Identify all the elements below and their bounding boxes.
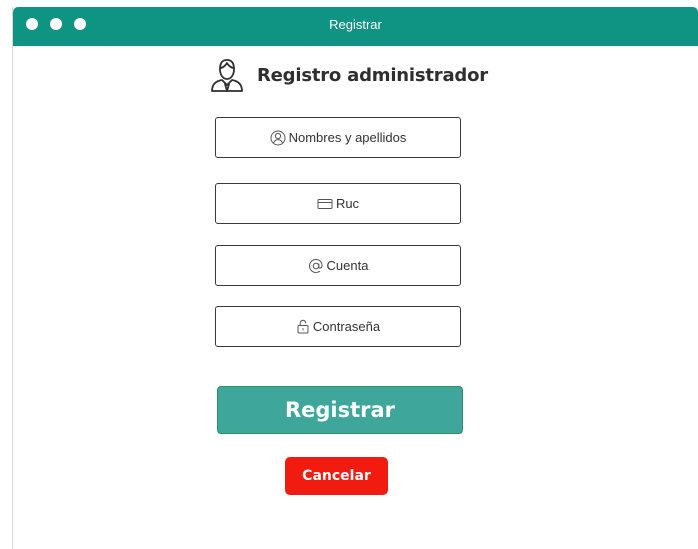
register-button[interactable]: Registrar bbox=[217, 386, 463, 434]
ruc-field[interactable]: Ruc bbox=[215, 183, 461, 224]
at-icon bbox=[308, 258, 327, 274]
password-placeholder: Contraseña bbox=[312, 319, 381, 334]
names-field[interactable]: Nombres y apellidos bbox=[215, 117, 461, 158]
lock-icon bbox=[296, 319, 313, 334]
title-bar: Registrar bbox=[13, 7, 698, 46]
user-circle-icon bbox=[270, 130, 289, 146]
user-icon bbox=[209, 57, 245, 93]
names-placeholder: Nombres y apellidos bbox=[288, 130, 407, 145]
account-placeholder: Cuenta bbox=[326, 258, 369, 273]
ruc-placeholder: Ruc bbox=[335, 196, 360, 211]
window-title: Registrar bbox=[329, 17, 382, 32]
card-icon bbox=[317, 198, 336, 210]
page-title: Registro administrador bbox=[257, 64, 488, 86]
cancel-button[interactable]: Cancelar bbox=[285, 457, 388, 495]
account-field[interactable]: Cuenta bbox=[215, 245, 461, 286]
password-field[interactable]: Contraseña bbox=[215, 306, 461, 347]
form-heading: Registro administrador bbox=[209, 55, 488, 95]
